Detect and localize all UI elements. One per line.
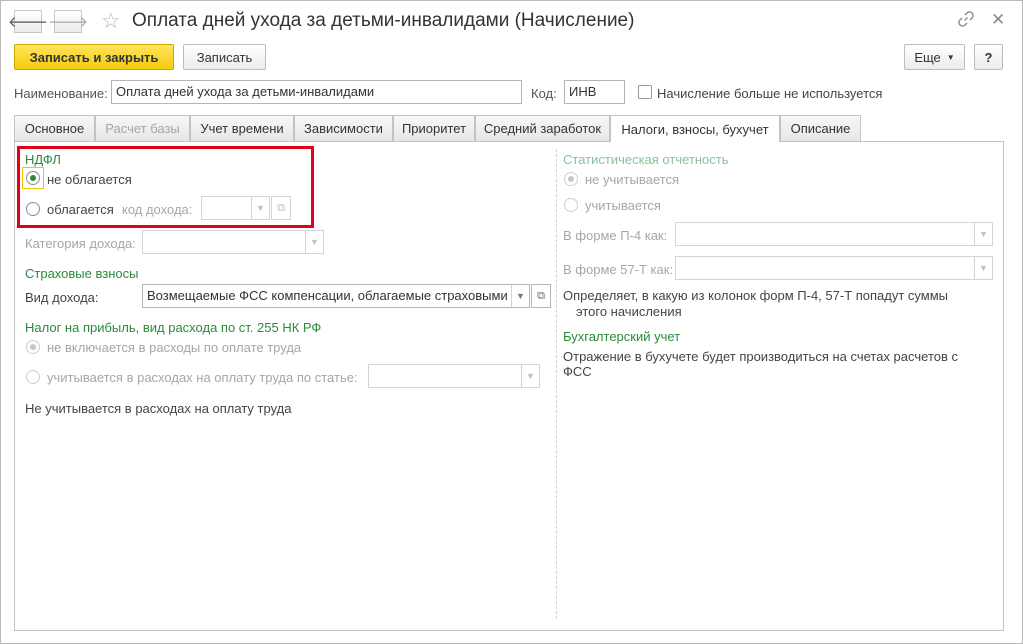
profit-tax-group-title: Налог на прибыль, вид расхода по ст. 255… [25,320,322,335]
accounting-note-line2: ФСС [563,364,592,379]
tab-description[interactable]: Описание [780,115,861,141]
chevron-down-icon: ▼ [511,285,529,307]
accounting-note-line1: Отражение в бухучете будет производиться… [563,349,959,364]
income-type-open-button[interactable]: ⧉ [531,284,551,308]
t57-select[interactable]: ▼ [675,256,993,280]
tab-dependencies[interactable]: Зависимости [294,115,393,141]
chevron-down-icon: ▼ [974,257,992,279]
back-button[interactable]: 🡐 [8,10,48,33]
chevron-down-icon: ▼ [974,223,992,245]
income-category-label: Категория дохода: [25,236,136,251]
unused-checkbox[interactable] [638,85,652,99]
p4-select[interactable]: ▼ [675,222,993,246]
arrow-right-icon: 🡒 [47,14,89,31]
tab-time-accounting[interactable]: Учет времени [190,115,294,141]
unused-label: Начисление больше не используется [657,86,883,101]
tab-priority[interactable]: Приоритет [393,115,475,141]
profit-tax-note: Не учитывается в расходах на оплату труд… [25,401,292,416]
annotation-highlight [17,146,314,228]
link-icon[interactable] [958,11,974,32]
income-type-select[interactable]: Возмещаемые ФСС компенсации, облагаемые … [142,284,530,308]
stat-note-line2: этого начисления [576,304,682,319]
star-icon[interactable]: ☆ [101,8,121,34]
p4-label: В форме П-4 как: [563,228,668,243]
tab-main[interactable]: Основное [14,115,95,141]
profit-included-label: учитывается в расходах на оплату труда п… [47,370,358,385]
window-title: Оплата дней ухода за детьми-инвалидами (… [132,10,635,31]
stat-counted-radio[interactable] [564,198,578,212]
arrow-left-icon: 🡐 [7,14,49,31]
chevron-down-icon: ▼ [305,231,323,253]
income-type-value: Возмещаемые ФСС компенсации, облагаемые … [147,288,508,303]
stat-reporting-group-title: Статистическая отчетность [563,152,729,167]
close-icon[interactable]: ✕ [991,10,1005,30]
stat-not-counted-label: не учитывается [585,172,679,187]
more-button[interactable]: Еще ▼ [904,44,965,70]
stat-counted-label: учитывается [585,198,661,213]
forward-button[interactable]: 🡒 [48,10,88,33]
name-label: Наименование: [14,86,108,101]
column-divider [556,149,557,619]
name-field[interactable]: Оплата дней ухода за детьми-инвалидами [111,80,522,104]
income-type-label: Вид дохода: [25,290,99,305]
open-form-icon: ⧉ [537,289,545,302]
insurance-group-title: Страховые взносы [25,266,139,281]
stat-note-line1: Определяет, в какую из колонок форм П-4,… [563,288,949,303]
dropdown-arrow-icon: ▼ [946,52,955,62]
save-and-close-button[interactable]: Записать и закрыть [14,44,174,70]
tab-base-calculation[interactable]: Расчет базы [95,115,190,141]
t57-label: В форме 57-Т как: [563,262,674,277]
profit-article-select[interactable]: ▼ [368,364,540,388]
help-button[interactable]: ? [974,44,1003,70]
accounting-group-title: Бухгалтерский учет [563,329,681,344]
profit-not-included-label: не включается в расходы по оплате труда [47,340,302,355]
tab-taxes-contributions-accounting[interactable]: Налоги, взносы, бухучет [610,115,780,142]
profit-not-included-radio[interactable] [26,340,40,354]
chevron-down-icon: ▼ [521,365,539,387]
profit-included-radio[interactable] [26,370,40,384]
code-label: Код: [531,86,557,101]
document-window: 🡐 🡒 ☆ Оплата дней ухода за детьми-инвали… [0,0,1023,644]
income-category-select[interactable]: ▼ [142,230,324,254]
tab-average-earnings[interactable]: Средний заработок [475,115,610,141]
save-button[interactable]: Записать [183,44,266,70]
stat-not-counted-radio[interactable] [564,172,578,186]
code-field[interactable]: ИНВ [564,80,625,104]
more-label: Еще [914,49,941,65]
